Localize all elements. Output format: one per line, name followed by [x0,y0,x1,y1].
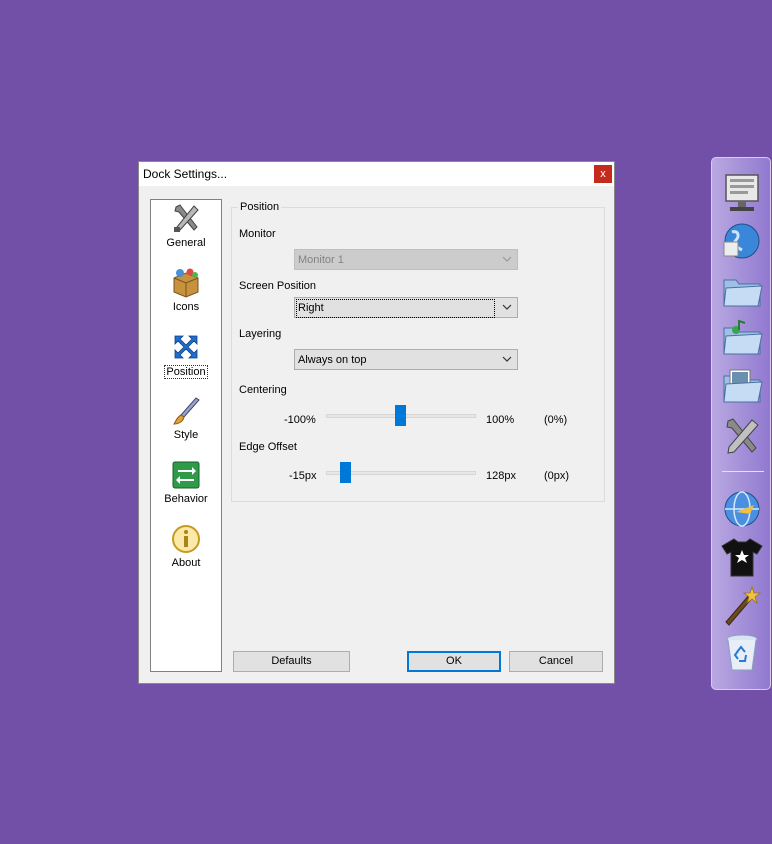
monitor-select: Monitor 1 [294,249,518,270]
chevron-down-icon [502,304,512,310]
chevron-down-icon [502,356,512,362]
wizard-icon[interactable] [720,584,764,626]
screen-position-value: Right [296,299,495,318]
dock-separator [722,471,764,472]
nav-item-position[interactable]: Position [151,331,221,391]
centering-slider-thumb[interactable] [395,405,406,426]
centering-label: Centering [239,384,287,396]
chevron-down-icon [502,256,512,262]
cancel-button[interactable]: Cancel [509,651,603,672]
centering-max-label: 100% [486,414,515,426]
package-icon [173,268,199,298]
group-title: Position [238,201,282,213]
web-icon[interactable] [720,488,764,530]
edge-min-label: -15px [289,470,317,482]
dock-settings-dialog: Dock Settings... x General Icons Positio… [138,161,615,684]
tools-icon[interactable] [720,416,764,458]
nav-label: Behavior [164,493,208,505]
tshirt-icon[interactable] [720,536,764,578]
edge-max-label: 128px [486,470,516,482]
nav-item-general[interactable]: General [151,203,221,263]
nav-item-behavior[interactable]: Behavior [151,459,221,519]
behavior-icon [172,461,200,489]
pictures-folder-icon[interactable] [720,366,764,408]
centering-min-label: -100% [284,414,316,426]
globe-icon[interactable] [720,220,764,262]
layering-value: Always on top [298,354,367,366]
monitor-icon[interactable] [720,172,764,214]
settings-nav: General Icons Position Style Behavior Ab… [150,199,222,672]
nav-label: Icons [172,301,200,313]
nav-label: About [171,557,201,569]
ok-button[interactable]: OK [407,651,501,672]
edge-offset-label: Edge Offset [239,441,297,453]
dock-bar [711,157,771,690]
centering-readout: (0%) [544,414,568,426]
monitor-value: Monitor 1 [298,254,344,266]
layering-select[interactable]: Always on top [294,349,518,370]
close-button[interactable]: x [594,165,612,183]
screen-position-label: Screen Position [239,280,317,292]
info-icon [172,525,200,553]
screen-position-select[interactable]: Right [294,297,518,318]
nav-label: Style [173,429,199,441]
dialog-title: Dock Settings... [143,167,228,181]
nav-item-style[interactable]: Style [151,395,221,455]
layering-label: Layering [239,328,282,340]
nav-label: Position [164,365,208,379]
brush-icon [173,397,200,425]
monitor-label: Monitor [239,228,276,240]
edge-offset-slider-thumb[interactable] [340,462,351,483]
edge-readout: (0px) [544,470,570,482]
recycle-bin-icon[interactable] [720,632,764,674]
nav-item-icons[interactable]: Icons [151,267,221,327]
tools-icon [174,204,199,232]
nav-label: General [166,237,206,249]
music-folder-icon[interactable] [720,318,764,360]
title-bar: Dock Settings... x [139,162,614,186]
nav-item-about[interactable]: About [151,523,221,583]
defaults-button[interactable]: Defaults [233,651,350,672]
folder-icon[interactable] [720,270,764,312]
arrows-icon [174,335,198,359]
